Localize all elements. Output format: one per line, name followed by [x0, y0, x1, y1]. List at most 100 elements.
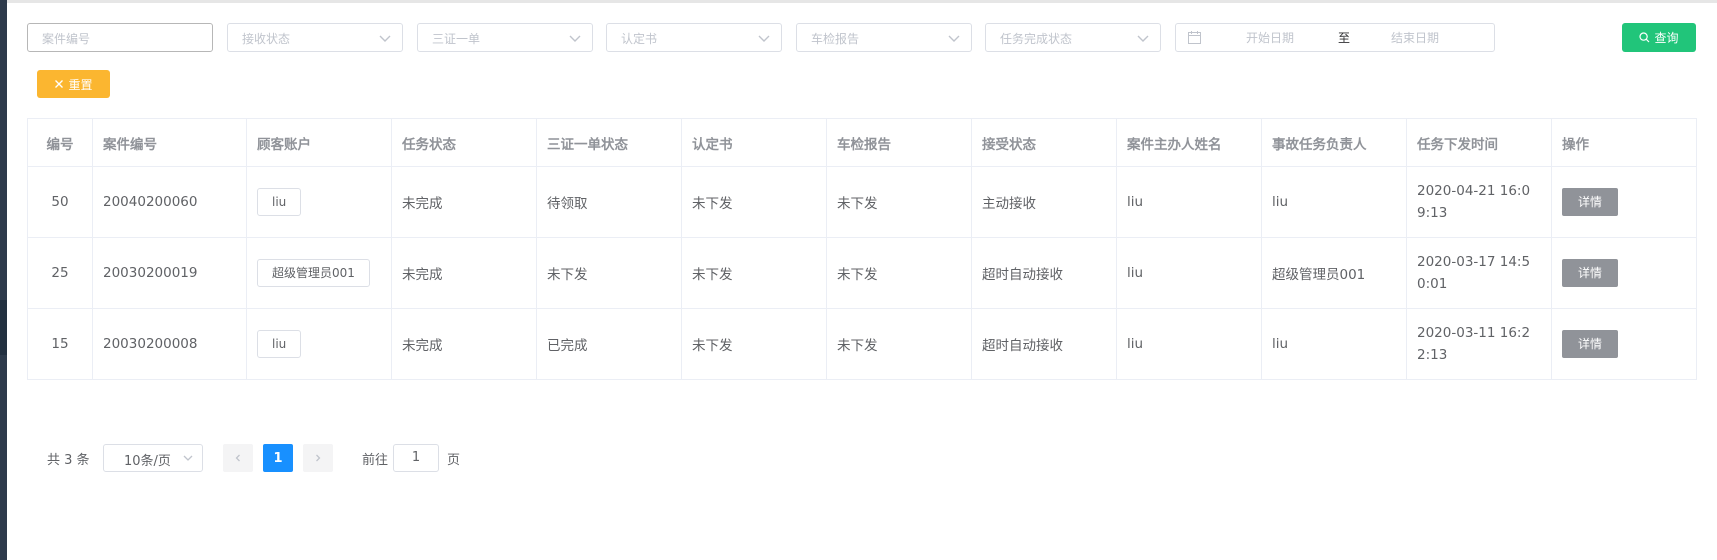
- column-header-owner: 事故任务负责人: [1261, 118, 1407, 167]
- cell-certificate: 未下发: [681, 166, 827, 238]
- column-header-inspection: 车检报告: [826, 118, 972, 167]
- cell-host-name: liu: [1116, 237, 1262, 309]
- certificate-select[interactable]: 认定书: [606, 23, 782, 52]
- cell-task-status: 未完成: [391, 308, 537, 380]
- task-status-select[interactable]: 任务完成状态: [985, 23, 1161, 52]
- calendar-icon: [1188, 31, 1201, 44]
- query-button[interactable]: 查询: [1622, 23, 1696, 52]
- cell-host-name: liu: [1116, 308, 1262, 380]
- table-header-row: 编号 案件编号 顾客账户 任务状态 三证一单状态 认定书 车检报告 接受状态 案…: [27, 118, 1697, 167]
- chevron-down-icon: [183, 455, 193, 461]
- cell-accept-status: 超时自动接收: [971, 237, 1117, 309]
- cell-case-no: 20030200019: [92, 237, 247, 309]
- header-divider: [7, 0, 1717, 3]
- next-page-button[interactable]: [303, 444, 333, 472]
- cell-owner: 超级管理员001: [1261, 237, 1407, 309]
- page-size-value: 10条/页: [124, 454, 171, 469]
- cell-issue-time: 2020-03-11 16:22:13: [1406, 308, 1552, 380]
- query-label: 查询: [1654, 31, 1679, 45]
- cell-host-name: liu: [1116, 166, 1262, 238]
- cell-three-cert: 已完成: [536, 308, 682, 380]
- date-separator: 至: [1338, 31, 1351, 45]
- case-number-placeholder: 案件编号: [42, 32, 91, 46]
- cell-owner: liu: [1261, 166, 1407, 238]
- page-word: 页: [447, 453, 461, 468]
- cell-id: 50: [27, 166, 93, 238]
- detail-button[interactable]: 详情: [1562, 330, 1618, 358]
- chevron-down-icon: [569, 35, 581, 42]
- reset-label: 重置: [68, 77, 93, 92]
- three-cert-select[interactable]: 三证一单: [417, 23, 593, 52]
- search-icon: [1639, 32, 1650, 43]
- page-size-select[interactable]: 10条/页: [103, 444, 203, 472]
- cell-case-no: 20040200060: [92, 166, 247, 238]
- column-header-action: 操作: [1551, 118, 1697, 167]
- table-row: 15 20030200008 liu 未完成 已完成 未下发 未下发 超时自动接…: [27, 308, 1697, 380]
- cell-three-cert: 待领取: [536, 166, 682, 238]
- cell-task-status: 未完成: [391, 237, 537, 309]
- chevron-down-icon: [758, 35, 770, 42]
- cell-id: 25: [27, 237, 93, 309]
- inspection-report-select[interactable]: 车检报告: [796, 23, 972, 52]
- column-header-case-no: 案件编号: [92, 118, 247, 167]
- detail-button[interactable]: 详情: [1562, 188, 1618, 216]
- three-cert-placeholder: 三证一单: [432, 32, 481, 46]
- cell-certificate: 未下发: [681, 237, 827, 309]
- detail-button[interactable]: 详情: [1562, 259, 1618, 287]
- cell-account: 超级管理员001: [246, 237, 392, 309]
- cell-accept-status: 主动接收: [971, 166, 1117, 238]
- task-status-placeholder: 任务完成状态: [1000, 32, 1073, 46]
- cell-certificate: 未下发: [681, 308, 827, 380]
- cell-inspection: 未下发: [826, 166, 972, 238]
- sidebar-edge-highlight: [0, 300, 7, 355]
- column-header-host-name: 案件主办人姓名: [1116, 118, 1262, 167]
- sidebar-edge: [0, 0, 7, 560]
- receive-status-placeholder: 接收状态: [242, 32, 291, 46]
- chevron-left-icon: [235, 454, 240, 462]
- cell-inspection: 未下发: [826, 308, 972, 380]
- cell-action: 详情: [1551, 166, 1697, 238]
- cell-account: liu: [246, 308, 392, 380]
- receive-status-select[interactable]: 接收状态: [227, 23, 403, 52]
- cell-accept-status: 超时自动接收: [971, 308, 1117, 380]
- cell-action: 详情: [1551, 308, 1697, 380]
- goto-page-input[interactable]: 1: [393, 444, 439, 472]
- chevron-right-icon: [316, 454, 321, 462]
- chevron-down-icon: [948, 35, 960, 42]
- column-header-id: 编号: [27, 118, 93, 167]
- cell-three-cert: 未下发: [536, 237, 682, 309]
- reset-button[interactable]: 重置: [37, 70, 110, 98]
- cell-task-status: 未完成: [391, 166, 537, 238]
- end-date-input[interactable]: 结束日期: [1391, 29, 1439, 46]
- cell-action: 详情: [1551, 237, 1697, 309]
- cell-id: 15: [27, 308, 93, 380]
- chevron-down-icon: [379, 35, 391, 42]
- chevron-down-icon: [1137, 35, 1149, 42]
- account-tag: 超级管理员001: [257, 259, 370, 287]
- column-header-accept-status: 接受状态: [971, 118, 1117, 167]
- certificate-placeholder: 认定书: [621, 32, 658, 46]
- column-header-certificate: 认定书: [681, 118, 827, 167]
- pagination-total: 共 3 条: [47, 453, 90, 468]
- cell-case-no: 20030200008: [92, 308, 247, 380]
- date-range-picker[interactable]: 开始日期 至 结束日期: [1175, 23, 1495, 52]
- table-row: 25 20030200019 超级管理员001 未完成 未下发 未下发 未下发 …: [27, 237, 1697, 309]
- cell-account: liu: [246, 166, 392, 238]
- inspection-report-placeholder: 车检报告: [811, 32, 860, 46]
- cell-owner: liu: [1261, 308, 1407, 380]
- case-number-input[interactable]: 案件编号: [27, 23, 213, 52]
- close-icon: [55, 80, 64, 88]
- column-header-task-status: 任务状态: [391, 118, 537, 167]
- table-row: 50 20040200060 liu 未完成 待领取 未下发 未下发 主动接收 …: [27, 166, 1697, 238]
- prev-page-button[interactable]: [223, 444, 253, 472]
- cell-issue-time: 2020-04-21 16:09:13: [1406, 166, 1552, 238]
- column-header-account: 顾客账户: [246, 118, 392, 167]
- account-tag: liu: [257, 330, 302, 358]
- cell-issue-time: 2020-03-17 14:50:01: [1406, 237, 1552, 309]
- column-header-issue-time: 任务下发时间: [1406, 118, 1552, 167]
- start-date-input[interactable]: 开始日期: [1246, 29, 1294, 46]
- page-number-current[interactable]: 1: [263, 444, 293, 472]
- task-table: 编号 案件编号 顾客账户 任务状态 三证一单状态 认定书 车检报告 接受状态 案…: [27, 118, 1697, 380]
- account-tag: liu: [257, 188, 302, 216]
- cell-inspection: 未下发: [826, 237, 972, 309]
